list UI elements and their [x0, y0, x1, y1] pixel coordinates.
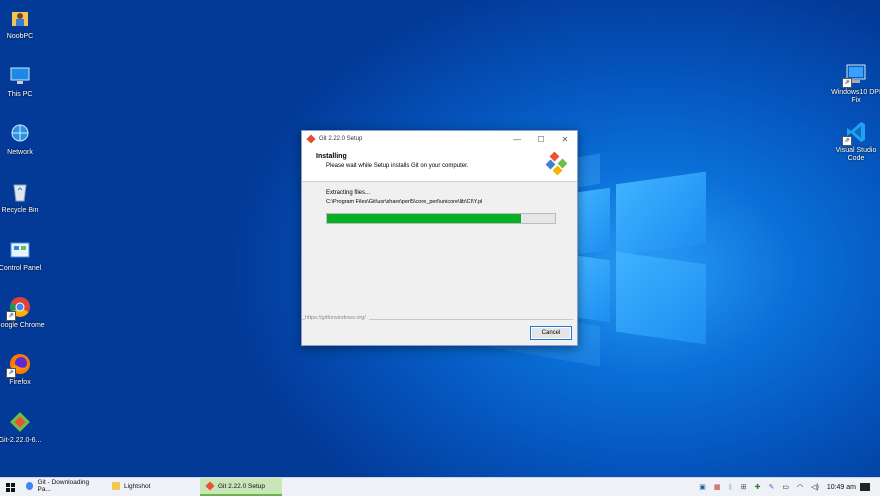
dialog-subheading: Please wait while Setup installs Git on … [326, 163, 469, 169]
firefox-icon: ↗ [6, 352, 32, 378]
maximize-button[interactable]: ☐ [529, 135, 553, 144]
tray-app-icon[interactable]: ▣ [699, 483, 706, 491]
windows-logo-pane [616, 251, 706, 345]
footer-separator: https://gitforwindows.org/ [302, 314, 577, 324]
desktop-icon-recycle-bin[interactable]: Recycle Bin [0, 180, 48, 215]
windows-logo-pane [578, 255, 610, 323]
dialog-titlebar[interactable]: Git 2.22.0 Setup — ☐ ✕ [302, 131, 577, 147]
shortcut-arrow-icon: ↗ [6, 311, 16, 321]
start-button[interactable] [0, 478, 20, 496]
current-file-path: C:\Program Files\Git\usr\share\perl5\cor… [326, 199, 483, 205]
windows-logo-pane [616, 171, 706, 257]
desktop-icon-network[interactable]: Network [0, 122, 48, 157]
close-button[interactable]: ✕ [553, 135, 577, 144]
git-installer-icon [8, 410, 32, 434]
taskbar-item-git-setup[interactable]: Git 2.22.0 Setup [200, 478, 282, 496]
pen-icon[interactable]: ✎ [768, 483, 774, 491]
website-link: https://gitforwindows.org/ [305, 315, 369, 321]
tray-app-icon[interactable]: ✚ [755, 483, 761, 491]
tray-app-icon[interactable]: ⊞ [741, 483, 747, 491]
folder-icon [112, 482, 120, 490]
user-folder-icon [8, 6, 32, 30]
taskbar: Git - Downloading Pa... Lightshot Git 2.… [0, 477, 880, 496]
taskbar-item-label: Git 2.22.0 Setup [218, 482, 265, 490]
wifi-icon[interactable]: ◠ [797, 483, 803, 491]
bluetooth-icon[interactable]: ᛒ [729, 484, 733, 491]
dialog-body: Extracting files... C:\Program Files\Git… [302, 182, 577, 317]
setup-dialog: Git 2.22.0 Setup — ☐ ✕ Installing Please… [301, 130, 578, 346]
clock[interactable]: 10:49 am [827, 484, 856, 491]
taskbar-item-chrome[interactable]: Git - Downloading Pa... [20, 478, 106, 496]
shortcut-arrow-icon: ↗ [842, 136, 852, 146]
taskbar-item-lightshot[interactable]: Lightshot [106, 478, 192, 496]
desktop: NoobPC This PC Network Recycle Bin Contr… [0, 0, 880, 477]
status-text: Extracting files... [326, 190, 371, 196]
chrome-icon: ↗ [6, 295, 32, 321]
monitor-icon: ↗ [842, 62, 868, 88]
desktop-icon-control-panel[interactable]: Control Panel [0, 238, 48, 273]
computer-icon [8, 64, 32, 88]
git-icon [306, 134, 316, 144]
dialog-title: Git 2.22.0 Setup [319, 136, 363, 142]
taskbar-item-label: Git - Downloading Pa... [37, 479, 90, 493]
dialog-header: Installing Please wait while Setup insta… [302, 147, 577, 182]
progress-fill [327, 214, 521, 223]
recycle-bin-icon [8, 180, 32, 204]
battery-icon[interactable]: ▭ [782, 483, 789, 491]
desktop-icon-visual-studio-code[interactable]: ↗ Visual Studio Code [828, 120, 880, 163]
chrome-icon [26, 482, 34, 490]
taskbar-item-label: Lightshot [124, 482, 151, 490]
cancel-button[interactable]: Cancel [530, 326, 572, 340]
notification-center-icon[interactable] [860, 483, 870, 491]
minimize-button[interactable]: — [505, 135, 529, 144]
windows-start-icon [5, 482, 15, 492]
shortcut-arrow-icon: ↗ [6, 368, 16, 378]
dialog-heading: Installing [316, 153, 347, 160]
desktop-icon-noobpc[interactable]: NoobPC [0, 6, 48, 41]
git-logo-icon [545, 152, 568, 176]
desktop-icon-this-pc[interactable]: This PC [0, 64, 48, 99]
install-progress-bar [326, 213, 556, 224]
volume-icon[interactable]: ◁) [811, 483, 819, 491]
desktop-icon-git-installer[interactable]: Git-2.22.0-6... [0, 410, 48, 445]
desktop-icon-windows10-dpi-fix[interactable]: ↗ Windows10 DPI Fix [828, 62, 880, 105]
desktop-icon-firefox[interactable]: ↗ Firefox [0, 352, 48, 387]
windows-logo-pane [578, 187, 610, 255]
control-panel-icon [8, 238, 32, 262]
desktop-icon-google-chrome[interactable]: ↗ Google Chrome [0, 295, 48, 330]
git-icon [205, 481, 215, 491]
system-tray: ▣ ▦ ᛒ ⊞ ✚ ✎ ▭ ◠ ◁) 10:49 am [695, 478, 880, 496]
network-icon [8, 122, 32, 146]
vscode-icon: ↗ [842, 120, 868, 146]
shortcut-arrow-icon: ↗ [842, 78, 852, 88]
tray-app-icon[interactable]: ▦ [714, 483, 721, 491]
